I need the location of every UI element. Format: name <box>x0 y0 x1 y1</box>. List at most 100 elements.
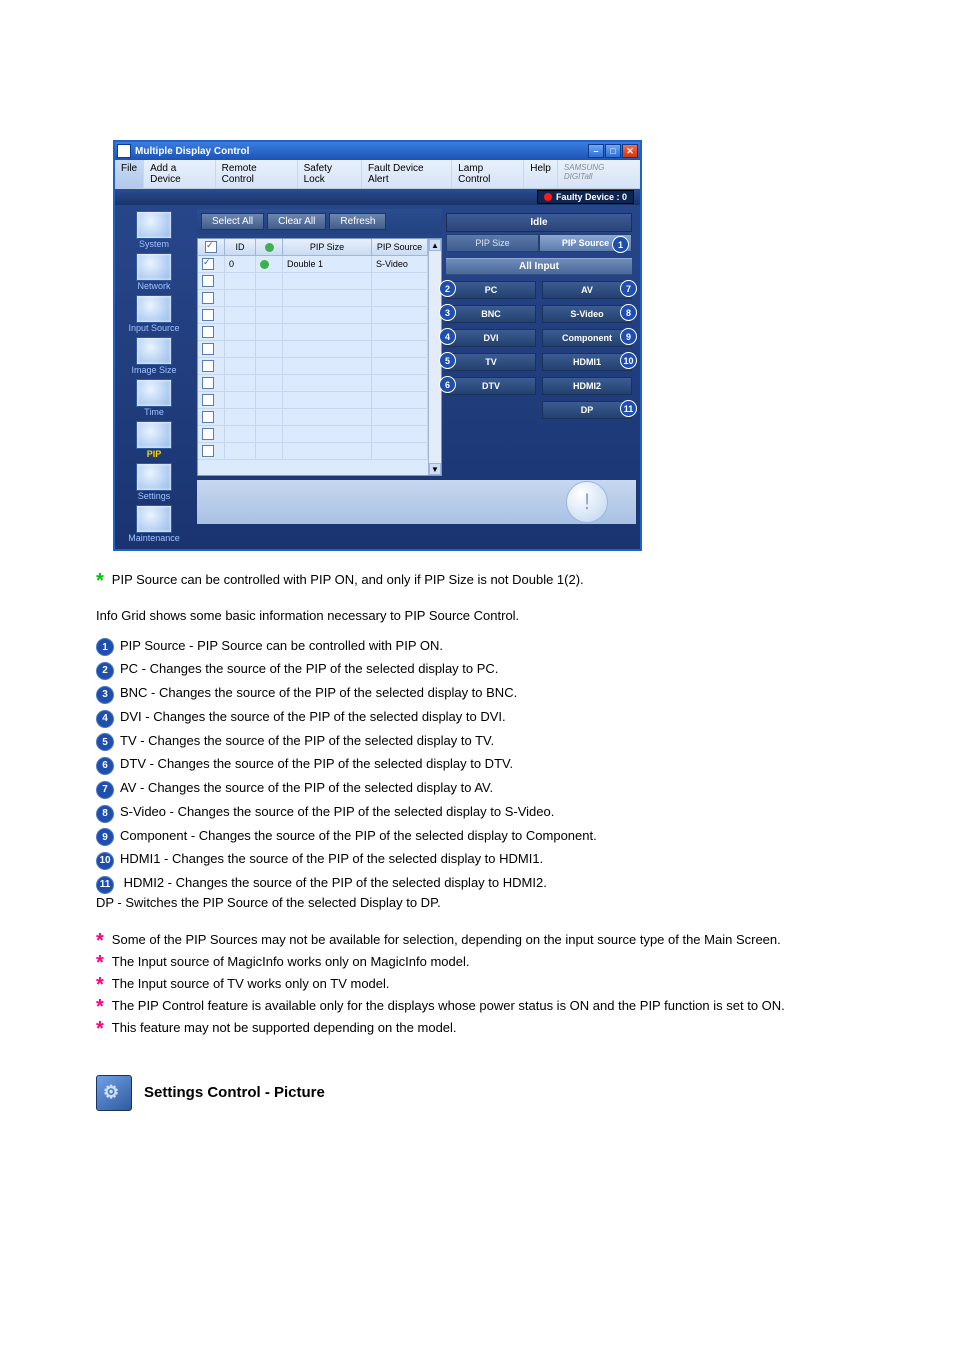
menu-file[interactable]: File <box>115 160 144 188</box>
note-green-text: PIP Source can be controlled with PIP ON… <box>112 571 584 589</box>
pip-src-bnc[interactable]: BNC3 <box>446 305 536 323</box>
grid-row[interactable] <box>198 409 428 426</box>
grid-row-0[interactable]: 0 Double 1 S-Video <box>198 256 428 273</box>
status-idle: Idle <box>446 213 632 232</box>
pip-src-hdmi1-label: HDMI1 <box>573 357 601 367</box>
doc-line-8: 8S-Video - Changes the source of the PIP… <box>96 803 864 823</box>
grid-row[interactable] <box>198 426 428 443</box>
grid-row[interactable] <box>198 341 428 358</box>
faulty-bar: Faulty Device : 0 <box>115 189 640 205</box>
pip-src-hdmi1[interactable]: HDMI110 <box>542 353 632 371</box>
pip-src-dp-label: DP <box>581 405 594 415</box>
doc-text-8: S-Video - Changes the source of the PIP … <box>120 804 554 819</box>
pip-src-hdmi2[interactable]: HDMI2 <box>542 377 632 395</box>
tab-pip-size[interactable]: PIP Size <box>446 234 539 252</box>
note-red-5: *This feature may not be supported depen… <box>96 1019 864 1039</box>
doc-text-5: TV - Changes the source of the PIP of th… <box>120 733 494 748</box>
grid-head-checkbox[interactable] <box>198 239 225 255</box>
minimize-button[interactable]: – <box>588 144 604 158</box>
pip-src-tv[interactable]: TV5 <box>446 353 536 371</box>
sidebar-item-image-size[interactable]: Image Size <box>115 335 193 377</box>
grid-row[interactable] <box>198 307 428 324</box>
row-status-icon <box>260 260 269 269</box>
menu-lamp-control[interactable]: Lamp Control <box>452 160 524 188</box>
row-checkbox[interactable] <box>202 394 214 406</box>
callout-9: 9 <box>620 328 637 345</box>
sidebar-item-pip[interactable]: PIP <box>115 419 193 461</box>
menu-remote-control[interactable]: Remote Control <box>216 160 298 188</box>
network-icon <box>136 253 172 281</box>
pip-src-pc[interactable]: PC2 <box>446 281 536 299</box>
grid-head-pipsource[interactable]: PIP Source <box>372 239 428 255</box>
settings-heading-text: Settings Control - Picture <box>144 1083 325 1103</box>
row-checkbox[interactable] <box>202 258 214 270</box>
doc-text-7: AV - Changes the source of the PIP of th… <box>120 780 493 795</box>
row-checkbox[interactable] <box>202 360 214 372</box>
scroll-up-icon[interactable]: ▲ <box>429 239 441 251</box>
pip-src-dvi[interactable]: DVI4 <box>446 329 536 347</box>
settings-cube-icon <box>96 1075 132 1111</box>
info-line: Info Grid shows some basic information n… <box>96 607 864 625</box>
row-checkbox[interactable] <box>202 411 214 423</box>
sidebar-item-network[interactable]: Network <box>115 251 193 293</box>
clear-all-button[interactable]: Clear All <box>267 213 326 230</box>
pip-src-svideo[interactable]: S-Video8 <box>542 305 632 323</box>
scroll-down-icon[interactable]: ▼ <box>429 463 441 475</box>
doc-line-4: 4DVI - Changes the source of the PIP of … <box>96 708 864 728</box>
doc-text-11: HDMI2 - Changes the source of the PIP of… <box>96 875 547 910</box>
refresh-button[interactable]: Refresh <box>329 213 386 230</box>
sidebar-item-maintenance[interactable]: Maintenance <box>115 503 193 545</box>
close-button[interactable]: ✕ <box>622 144 638 158</box>
grid-head-status[interactable] <box>256 239 283 255</box>
row-checkbox[interactable] <box>202 445 214 457</box>
menu-help[interactable]: Help <box>524 160 558 188</box>
center-toolbar: Select All Clear All Refresh <box>197 209 442 234</box>
grid-row[interactable] <box>198 273 428 290</box>
pip-src-component-label: Component <box>562 333 612 343</box>
pip-src-av[interactable]: AV7 <box>542 281 632 299</box>
callout-11: 11 <box>620 400 637 417</box>
row-checkbox[interactable] <box>202 377 214 389</box>
grid-head-pipsize[interactable]: PIP Size <box>283 239 372 255</box>
callout-3: 3 <box>439 304 456 321</box>
pip-src-dtv[interactable]: DTV6 <box>446 377 536 395</box>
doc-line-11: 11 HDMI2 - Changes the source of the PIP… <box>96 874 864 911</box>
sidebar-item-input-source[interactable]: Input Source <box>115 293 193 335</box>
grid-row[interactable] <box>198 392 428 409</box>
row-checkbox[interactable] <box>202 343 214 355</box>
select-all-button[interactable]: Select All <box>201 213 264 230</box>
bottom-strip: ! <box>197 480 636 524</box>
callout-5: 5 <box>439 352 456 369</box>
row-checkbox[interactable] <box>202 428 214 440</box>
sidebar-item-system[interactable]: System <box>115 209 193 251</box>
row-checkbox[interactable] <box>202 275 214 287</box>
sidebar-item-settings[interactable]: Settings <box>115 461 193 503</box>
pip-src-dp[interactable]: DP11 <box>542 401 632 419</box>
image-size-icon <box>136 337 172 365</box>
grid-row[interactable] <box>198 290 428 307</box>
grid-row[interactable] <box>198 324 428 341</box>
faulty-device-label: Faulty Device : 0 <box>556 192 627 202</box>
tab-pip-source[interactable]: PIP Source 1 <box>539 234 632 252</box>
note-red-4-text: The PIP Control feature is available onl… <box>112 997 785 1015</box>
menu-fault-device-alert[interactable]: Fault Device Alert <box>362 160 452 188</box>
row-checkbox[interactable] <box>202 292 214 304</box>
badge-4-icon: 4 <box>96 710 114 728</box>
menu-safety-lock[interactable]: Safety Lock <box>298 160 362 188</box>
row-checkbox[interactable] <box>202 309 214 321</box>
grid-row[interactable] <box>198 358 428 375</box>
sidebar-item-time[interactable]: Time <box>115 377 193 419</box>
faulty-device-badge[interactable]: Faulty Device : 0 <box>537 190 634 204</box>
grid-row[interactable] <box>198 375 428 392</box>
app-icon <box>117 144 131 158</box>
star-green-icon: * <box>96 571 104 591</box>
grid-row[interactable] <box>198 443 428 460</box>
pip-src-component[interactable]: Component9 <box>542 329 632 347</box>
menu-add-device[interactable]: Add a Device <box>144 160 216 188</box>
row-checkbox[interactable] <box>202 326 214 338</box>
maximize-button[interactable]: □ <box>605 144 621 158</box>
grid-head-id[interactable]: ID <box>225 239 256 255</box>
callout-4: 4 <box>439 328 456 345</box>
doc-line-7: 7AV - Changes the source of the PIP of t… <box>96 779 864 799</box>
doc-line-1: 1PIP Source - PIP Source can be controll… <box>96 637 864 657</box>
